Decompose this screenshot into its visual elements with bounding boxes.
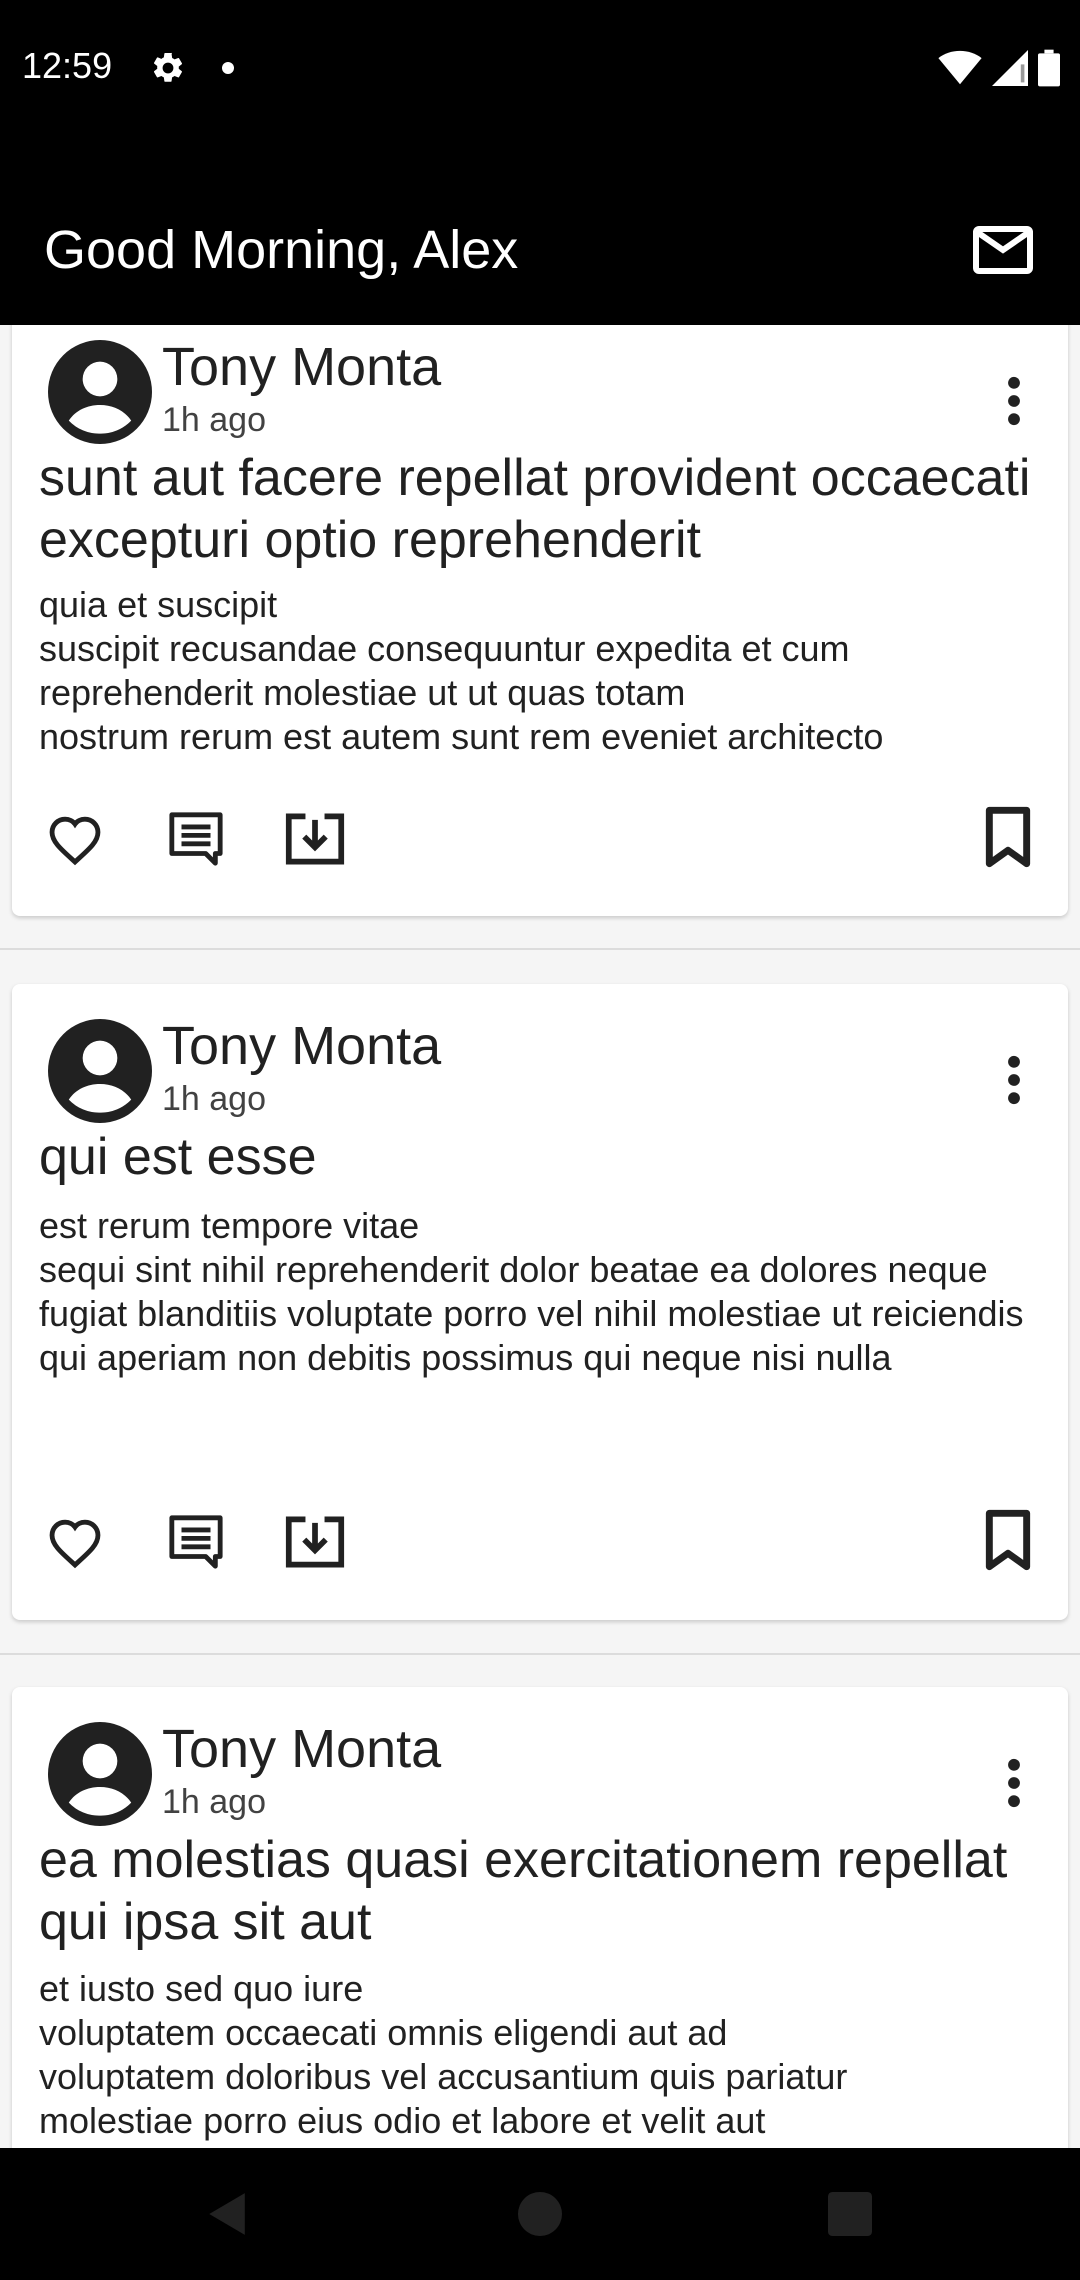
- download-icon: [285, 1516, 345, 1568]
- bookmark-button[interactable]: [976, 805, 1040, 869]
- post-title[interactable]: qui est esse: [39, 1126, 1049, 1188]
- download-button[interactable]: [283, 807, 347, 871]
- post-time: 1h ago: [162, 1080, 266, 1118]
- avatar-icon[interactable]: [48, 1019, 152, 1123]
- comment-icon: [169, 812, 223, 866]
- gear-icon: [153, 52, 183, 82]
- back-icon: [209, 2193, 245, 2235]
- divider: [0, 1653, 1080, 1655]
- signal-icon: [992, 50, 1028, 86]
- system-nav-bar: [0, 2148, 1080, 2280]
- post-title[interactable]: sunt aut facere repellat provident occae…: [39, 447, 1049, 571]
- home-button[interactable]: [510, 2184, 570, 2244]
- download-icon: [285, 813, 345, 865]
- bookmark-icon: [985, 806, 1031, 868]
- post-card[interactable]: Tony Monta 1h ago sunt aut facere repell…: [12, 325, 1068, 916]
- bookmark-icon: [985, 1509, 1031, 1571]
- more-vert-icon: [1008, 376, 1020, 426]
- avatar-icon[interactable]: [48, 340, 152, 444]
- recents-icon: [828, 2192, 872, 2236]
- more-options-button[interactable]: [990, 371, 1038, 431]
- home-icon: [518, 2192, 562, 2236]
- bookmark-button[interactable]: [976, 1508, 1040, 1572]
- post-time: 1h ago: [162, 1783, 266, 1821]
- post-card[interactable]: Tony Monta 1h ago qui est esse est rerum…: [12, 984, 1068, 1620]
- recents-button[interactable]: [820, 2184, 880, 2244]
- post-body: quia et suscipit suscipit recusandae con…: [39, 584, 884, 757]
- more-options-button[interactable]: [990, 1050, 1038, 1110]
- greeting-title: Good Morning, Alex: [44, 220, 519, 280]
- post-author[interactable]: Tony Monta: [162, 335, 441, 399]
- post-time: 1h ago: [162, 401, 266, 439]
- download-button[interactable]: [283, 1510, 347, 1574]
- post-body: et iusto sed quo iure voluptatem occaeca…: [39, 1968, 848, 2141]
- app-bar: Good Morning, Alex: [0, 135, 1080, 325]
- mail-icon: [973, 226, 1033, 274]
- comment-button[interactable]: [164, 1510, 228, 1574]
- avatar-icon[interactable]: [48, 1722, 152, 1826]
- status-time: 12:59: [22, 45, 113, 86]
- wifi-icon: [938, 50, 982, 85]
- dot-icon: [222, 62, 234, 74]
- post-title[interactable]: ea molestias quasi exercitationem repell…: [39, 1829, 1049, 1953]
- like-button[interactable]: [43, 807, 107, 871]
- comment-button[interactable]: [164, 807, 228, 871]
- like-button[interactable]: [43, 1510, 107, 1574]
- post-feed[interactable]: Tony Monta 1h ago sunt aut facere repell…: [0, 325, 1080, 2148]
- post-author[interactable]: Tony Monta: [162, 1014, 441, 1078]
- more-vert-icon: [1008, 1758, 1020, 1808]
- post-author[interactable]: Tony Monta: [162, 1717, 441, 1781]
- heart-icon: [49, 816, 101, 866]
- divider: [0, 948, 1080, 950]
- more-vert-icon: [1008, 1055, 1020, 1105]
- mail-button[interactable]: [966, 213, 1040, 287]
- battery-icon: [1038, 49, 1060, 87]
- status-right-icons: [938, 48, 1060, 88]
- heart-icon: [49, 1519, 101, 1569]
- post-card[interactable]: Tony Monta 1h ago ea molestias quasi exe…: [12, 1687, 1068, 2148]
- comment-icon: [169, 1515, 223, 1569]
- post-body: est rerum tempore vitae sequi sint nihil…: [39, 1205, 1024, 1378]
- status-bar: 12:59: [0, 0, 1080, 135]
- back-button[interactable]: [196, 2184, 256, 2244]
- more-options-button[interactable]: [990, 1753, 1038, 1813]
